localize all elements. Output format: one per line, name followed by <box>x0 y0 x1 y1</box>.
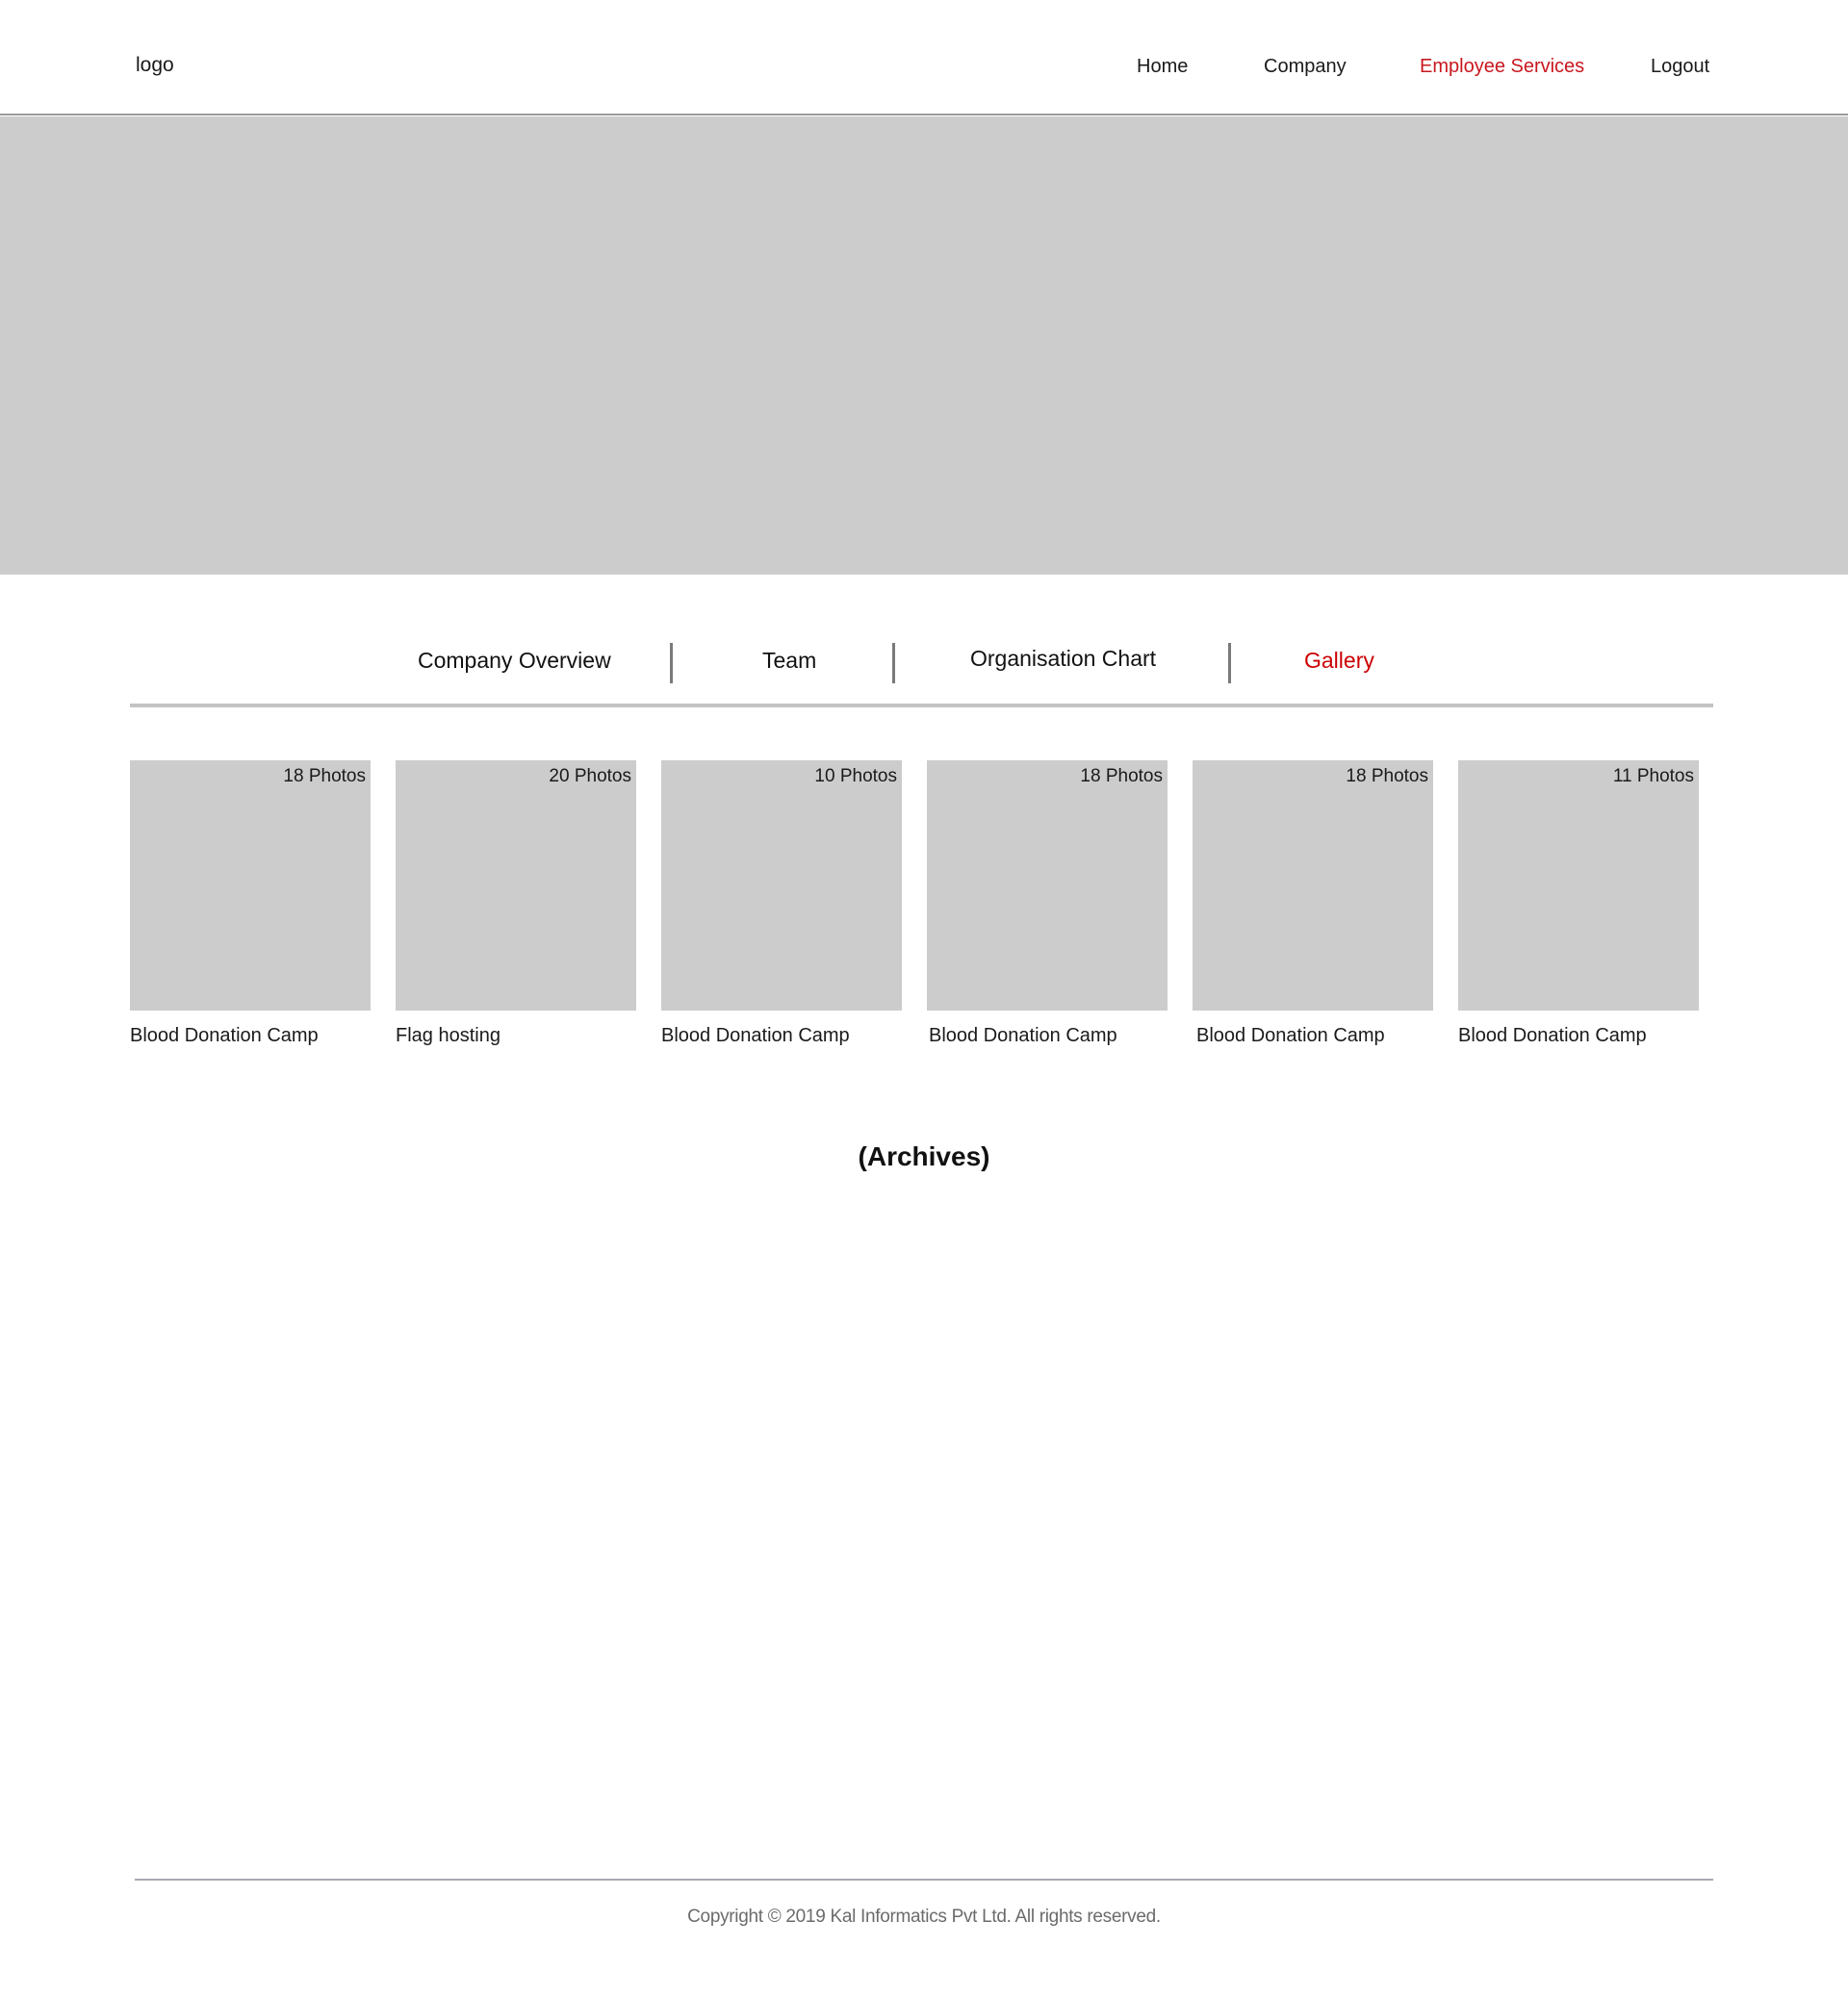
gallery-album[interactable]: 10 Photos Blood Donation Camp <box>661 760 902 1046</box>
nav-employee-services[interactable]: Employee Services <box>1420 56 1584 78</box>
footer-divider <box>135 1879 1713 1881</box>
tab-organisation-chart[interactable]: Organisation Chart <box>970 646 1156 672</box>
photo-count: 10 Photos <box>814 766 897 786</box>
album-title[interactable]: Blood Donation Camp <box>661 1025 850 1047</box>
gallery-album[interactable]: 18 Photos Blood Donation Camp <box>130 760 371 1046</box>
tab-gallery[interactable]: Gallery <box>1304 648 1374 674</box>
tab-divider <box>1228 643 1231 683</box>
album-title[interactable]: Blood Donation Camp <box>1196 1025 1385 1047</box>
photo-count: 18 Photos <box>1346 766 1428 786</box>
gallery-album[interactable]: 18 Photos Blood Donation Camp <box>927 760 1168 1046</box>
photo-count: 18 Photos <box>283 766 366 786</box>
nav-company[interactable]: Company <box>1264 56 1347 78</box>
tab-divider <box>892 643 895 683</box>
tabs-underline <box>130 704 1713 707</box>
photo-count: 11 Photos <box>1612 766 1694 786</box>
nav-home[interactable]: Home <box>1137 56 1188 78</box>
site-header: logo Home Company Employee Services Logo… <box>0 0 1848 115</box>
album-title[interactable]: Flag hosting <box>396 1025 500 1047</box>
tab-team[interactable]: Team <box>762 648 816 674</box>
album-thumbnail[interactable]: 20 Photos <box>396 760 636 1011</box>
copyright-text: Copyright © 2019 Kal Informatics Pvt Ltd… <box>687 1907 1161 1927</box>
album-title[interactable]: Blood Donation Camp <box>1458 1025 1647 1047</box>
gallery-album[interactable]: 11 Photos Blood Donation Camp <box>1458 760 1699 1046</box>
photo-count: 20 Photos <box>549 766 631 786</box>
gallery-album[interactable]: 20 Photos Flag hosting <box>396 760 636 1046</box>
tab-divider <box>670 643 673 683</box>
nav-logout[interactable]: Logout <box>1651 56 1709 78</box>
album-thumbnail[interactable]: 18 Photos <box>927 760 1168 1011</box>
gallery-album[interactable]: 18 Photos Blood Donation Camp <box>1193 760 1433 1046</box>
archives-link[interactable]: (Archives) <box>0 1141 1848 1172</box>
album-thumbnail[interactable]: 18 Photos <box>130 760 371 1011</box>
photo-count: 18 Photos <box>1080 766 1163 786</box>
hero-banner-image <box>0 116 1848 575</box>
album-title[interactable]: Blood Donation Camp <box>130 1025 319 1047</box>
tab-company-overview[interactable]: Company Overview <box>418 648 611 674</box>
album-thumbnail[interactable]: 11 Photos <box>1458 760 1699 1011</box>
album-title[interactable]: Blood Donation Camp <box>929 1025 1117 1047</box>
album-thumbnail[interactable]: 18 Photos <box>1193 760 1433 1011</box>
logo[interactable]: logo <box>136 54 174 77</box>
album-thumbnail[interactable]: 10 Photos <box>661 760 902 1011</box>
